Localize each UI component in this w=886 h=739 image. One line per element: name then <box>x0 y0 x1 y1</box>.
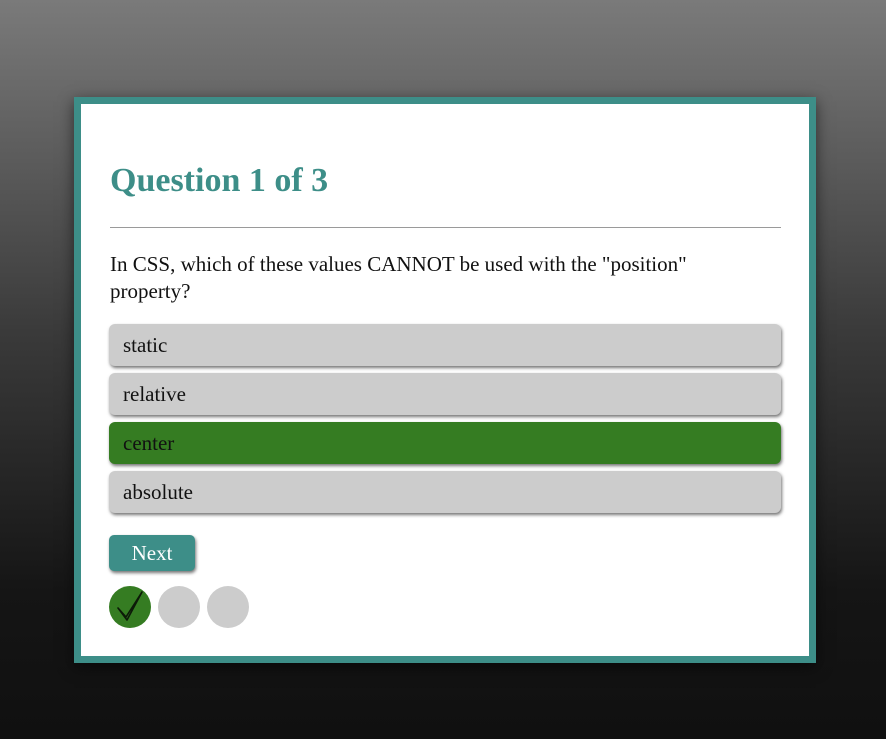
answer-list: static relative center absolute <box>109 324 781 520</box>
answer-option-center[interactable]: center <box>109 422 781 464</box>
answer-option-static[interactable]: static <box>109 324 781 366</box>
answer-option-relative[interactable]: relative <box>109 373 781 415</box>
divider <box>110 227 781 228</box>
question-text: In CSS, which of these values CANNOT be … <box>110 252 687 303</box>
answer-option-absolute[interactable]: absolute <box>109 471 781 513</box>
next-button[interactable]: Next <box>109 535 195 571</box>
question-counter-title: Question 1 of 3 <box>110 162 329 199</box>
progress-dot-3 <box>207 586 249 628</box>
quiz-card: Question 1 of 3 In CSS, which of these v… <box>74 97 816 663</box>
checkmark-icon <box>117 591 143 621</box>
progress-dot-2 <box>158 586 200 628</box>
progress-dot-1 <box>109 586 151 628</box>
